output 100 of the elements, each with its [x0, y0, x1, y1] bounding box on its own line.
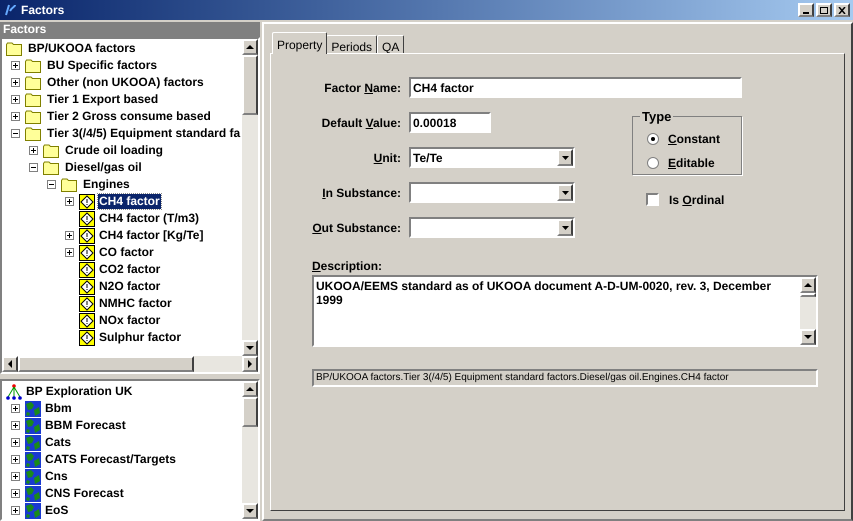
tree-item[interactable]: CH4 factor (T/m3) — [98, 211, 200, 226]
tree-item[interactable]: Cats — [44, 435, 72, 450]
tree-item[interactable]: N2O factor — [98, 279, 162, 294]
tree-item[interactable]: Crude oil loading — [64, 143, 164, 158]
expand-icon[interactable] — [11, 421, 20, 430]
in-substance-dropdown[interactable] — [409, 182, 575, 203]
expand-icon[interactable] — [65, 248, 74, 257]
expand-icon[interactable] — [11, 112, 20, 121]
scroll-down-button[interactable] — [800, 329, 816, 345]
radio-button[interactable] — [647, 132, 659, 144]
group-title: Type — [641, 108, 672, 126]
tab[interactable]: Property — [272, 32, 328, 54]
diamond-icon — [79, 228, 95, 244]
expand-icon[interactable] — [65, 231, 74, 240]
tree-item[interactable]: CO factor — [98, 245, 155, 260]
expand-icon[interactable] — [11, 438, 20, 447]
factor-name-field[interactable]: CH4 factor — [409, 77, 742, 98]
scroll-down-button[interactable] — [242, 340, 258, 356]
panel-header: Factors — [0, 22, 260, 37]
arrow-icon — [245, 44, 255, 50]
tree-item[interactable]: Sulphur factor — [98, 330, 182, 345]
expand-icon[interactable] — [11, 472, 20, 481]
expand-icon[interactable] — [65, 197, 74, 206]
tree-item[interactable]: CH4 factor — [98, 194, 161, 209]
tree-item[interactable]: EoS — [44, 503, 70, 518]
expand-icon[interactable] — [11, 61, 20, 70]
tree-item[interactable]: CATS Forecast/Targets — [44, 452, 177, 467]
tree-item[interactable]: BP Exploration UK — [25, 384, 134, 399]
collapse-icon[interactable] — [29, 163, 38, 172]
arrow-icon — [245, 386, 255, 392]
tree-item[interactable]: CH4 factor [Kg/Te] — [98, 228, 204, 243]
tree-item[interactable]: Tier 1 Export based — [46, 92, 160, 107]
tree-item[interactable]: BP/UKOOA factors — [27, 41, 137, 56]
tree-item[interactable]: BU Specific factors — [46, 58, 158, 73]
expand-icon[interactable] — [11, 455, 20, 464]
scroll-up-button[interactable] — [242, 381, 258, 397]
folder-icon — [6, 42, 23, 56]
tab[interactable]: QA — [377, 35, 404, 54]
description-field[interactable]: UKOOA/EEMS standard as of UKOOA document A-D-UM-0020, rev. 3, December 1999 — [312, 275, 818, 347]
tab[interactable]: Periods — [326, 35, 378, 54]
expand-icon[interactable] — [11, 506, 20, 515]
collapse-icon[interactable] — [11, 129, 20, 138]
tree-item[interactable]: Other (non UKOOA) factors — [46, 75, 205, 90]
field-label: In Substance: — [321, 184, 402, 202]
scrollbar-thumb[interactable] — [18, 356, 194, 372]
arrow-icon — [803, 334, 813, 340]
default-value-field[interactable]: 0.00018 — [409, 112, 491, 133]
scroll-left-button[interactable] — [2, 356, 18, 372]
expand-icon[interactable] — [11, 404, 20, 413]
tree-item[interactable]: Tier 3(/4/5) Equipment standard fa — [46, 126, 242, 141]
radio-option[interactable]: Editable — [647, 150, 727, 174]
close-button[interactable] — [834, 3, 850, 17]
expand-icon[interactable] — [11, 78, 20, 87]
tree-item[interactable]: NMHC factor — [98, 296, 173, 311]
scroll-up-button[interactable] — [242, 39, 258, 55]
scroll-down-button[interactable] — [242, 503, 258, 519]
map-icon — [25, 418, 41, 434]
tree-item[interactable]: Diesel/gas oil — [64, 160, 143, 175]
tree-item[interactable]: Tier 2 Gross consume based — [46, 109, 212, 124]
checkbox[interactable] — [646, 193, 659, 206]
tree-item[interactable]: Bbm — [44, 401, 73, 416]
scrollbar-thumb[interactable] — [800, 293, 816, 297]
tree-item[interactable]: CO2 factor — [98, 262, 162, 277]
diamond-icon — [79, 194, 95, 210]
diamond-icon — [79, 278, 95, 294]
map-icon — [25, 434, 41, 450]
diamond-icon — [79, 244, 95, 260]
scroll-right-button[interactable] — [242, 356, 258, 372]
path-field: BP/UKOOA factors.Tier 3(/4/5) Equipment standard factors.Diesel/gas oil.Engines.CH4 factor — [312, 369, 818, 387]
scrollbar-thumb[interactable] — [242, 55, 258, 115]
field-label: Unit: — [372, 150, 402, 166]
unit-dropdown[interactable]: Te/Te — [409, 147, 575, 168]
expand-icon[interactable] — [11, 489, 20, 498]
map-icon — [25, 502, 41, 518]
tree-item[interactable]: BBM Forecast — [44, 418, 127, 433]
scroll-up-button[interactable] — [800, 277, 816, 293]
tree-item[interactable]: Engines — [82, 177, 131, 192]
expand-icon[interactable] — [11, 95, 20, 104]
diamond-icon — [79, 262, 95, 278]
expand-icon[interactable] — [29, 146, 38, 155]
scrollbar-thumb[interactable] — [242, 397, 258, 427]
folder-icon — [43, 160, 60, 174]
folder-icon — [25, 126, 42, 140]
tree-item[interactable]: NOx factor — [98, 313, 162, 328]
radio-option[interactable]: Constant — [647, 126, 727, 150]
radio-button[interactable] — [647, 156, 659, 168]
arrow-icon — [7, 359, 13, 369]
diamond-icon — [79, 312, 95, 328]
checkbox-row[interactable]: Is Ordinal — [632, 190, 742, 208]
tree-item[interactable]: CNS Forecast — [44, 486, 125, 501]
field-label: Out Substance: — [311, 220, 402, 236]
out-substance-dropdown[interactable] — [409, 217, 575, 238]
maximize-button[interactable] — [816, 3, 832, 17]
folder-icon — [61, 178, 78, 192]
folder-icon — [25, 92, 42, 106]
folder-icon — [25, 76, 42, 90]
folder-icon — [25, 58, 42, 72]
minimize-button[interactable] — [798, 3, 814, 17]
tree-item[interactable]: Cns — [44, 469, 69, 484]
collapse-icon[interactable] — [47, 180, 56, 189]
